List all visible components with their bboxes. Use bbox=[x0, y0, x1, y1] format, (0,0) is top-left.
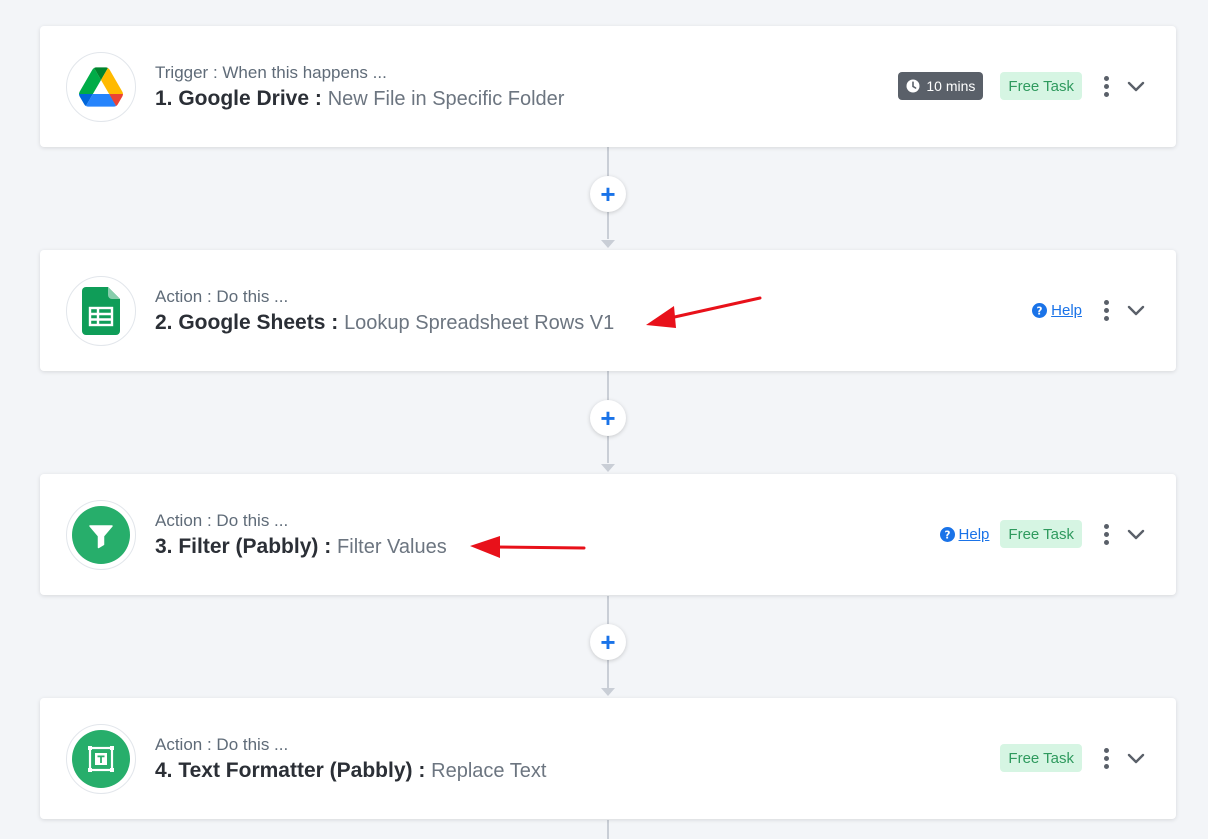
connector-line bbox=[607, 820, 609, 839]
help-link[interactable]: ? Help bbox=[939, 525, 990, 543]
google-drive-icon bbox=[66, 52, 136, 122]
step-title: 4. Text Formatter (Pabbly) : Replace Tex… bbox=[155, 759, 546, 783]
svg-text:?: ? bbox=[1037, 305, 1043, 317]
step-app-name: 2. Google Sheets : bbox=[155, 311, 339, 334]
more-options-icon[interactable] bbox=[1096, 296, 1116, 324]
chevron-down-icon[interactable] bbox=[1126, 520, 1146, 548]
chevron-down-icon[interactable] bbox=[1126, 72, 1146, 100]
step-card-google-sheets[interactable]: Action : Do this ... 2. Google Sheets : … bbox=[40, 250, 1176, 371]
step-card-google-drive[interactable]: Trigger : When this happens ... 1. Googl… bbox=[40, 26, 1176, 147]
free-task-badge: Free Task bbox=[1000, 744, 1082, 772]
step-event-name: Filter Values bbox=[337, 536, 447, 558]
free-task-badge: Free Task bbox=[1000, 520, 1082, 548]
step-card-filter[interactable]: Action : Do this ... 3. Filter (Pabbly) … bbox=[40, 474, 1176, 595]
step-title: 2. Google Sheets : Lookup Spreadsheet Ro… bbox=[155, 311, 614, 335]
step-type-label: Action : Do this ... bbox=[155, 511, 289, 530]
svg-text:?: ? bbox=[944, 529, 950, 541]
more-options-icon[interactable] bbox=[1096, 744, 1116, 772]
filter-icon bbox=[66, 500, 136, 570]
text-formatter-icon bbox=[66, 724, 136, 794]
add-step-button[interactable]: + bbox=[590, 400, 626, 436]
step-event-name: New File in Specific Folder bbox=[327, 88, 565, 110]
step-event-name: Replace Text bbox=[431, 760, 547, 782]
step-type-label: Trigger : When this happens ... bbox=[155, 63, 387, 82]
question-circle-icon: ? bbox=[1032, 302, 1048, 318]
connector-arrow bbox=[601, 464, 615, 472]
more-options-icon[interactable] bbox=[1096, 520, 1116, 548]
step-app-name: 3. Filter (Pabbly) : bbox=[155, 535, 332, 558]
add-step-button[interactable]: + bbox=[590, 624, 626, 660]
google-sheets-icon bbox=[66, 276, 136, 346]
help-link[interactable]: ? Help bbox=[1032, 302, 1082, 319]
help-text: Help bbox=[1051, 301, 1082, 319]
step-type-label: Action : Do this ... bbox=[155, 287, 289, 306]
step-app-name: 4. Text Formatter (Pabbly) : bbox=[155, 759, 426, 782]
help-text: Help bbox=[958, 525, 990, 543]
chevron-down-icon[interactable] bbox=[1126, 296, 1146, 324]
free-task-badge: Free Task bbox=[1000, 72, 1082, 100]
step-app-name: 1. Google Drive : bbox=[155, 87, 322, 110]
connector-arrow bbox=[601, 240, 615, 248]
polling-time-text: 10 mins bbox=[926, 78, 976, 94]
connector-arrow bbox=[601, 688, 615, 696]
chevron-down-icon[interactable] bbox=[1126, 744, 1146, 772]
step-title: 3. Filter (Pabbly) : Filter Values bbox=[155, 535, 447, 559]
step-card-text-formatter[interactable]: Action : Do this ... 4. Text Formatter (… bbox=[40, 698, 1176, 819]
step-type-label: Action : Do this ... bbox=[155, 735, 289, 754]
clock-icon bbox=[906, 79, 920, 93]
step-event-name: Lookup Spreadsheet Rows V1 bbox=[344, 312, 615, 334]
more-options-icon[interactable] bbox=[1096, 72, 1116, 100]
step-title: 1. Google Drive : New File in Specific F… bbox=[155, 87, 564, 111]
polling-time-badge: 10 mins bbox=[898, 72, 984, 100]
add-step-button[interactable]: + bbox=[590, 176, 626, 212]
question-circle-icon: ? bbox=[939, 526, 955, 542]
